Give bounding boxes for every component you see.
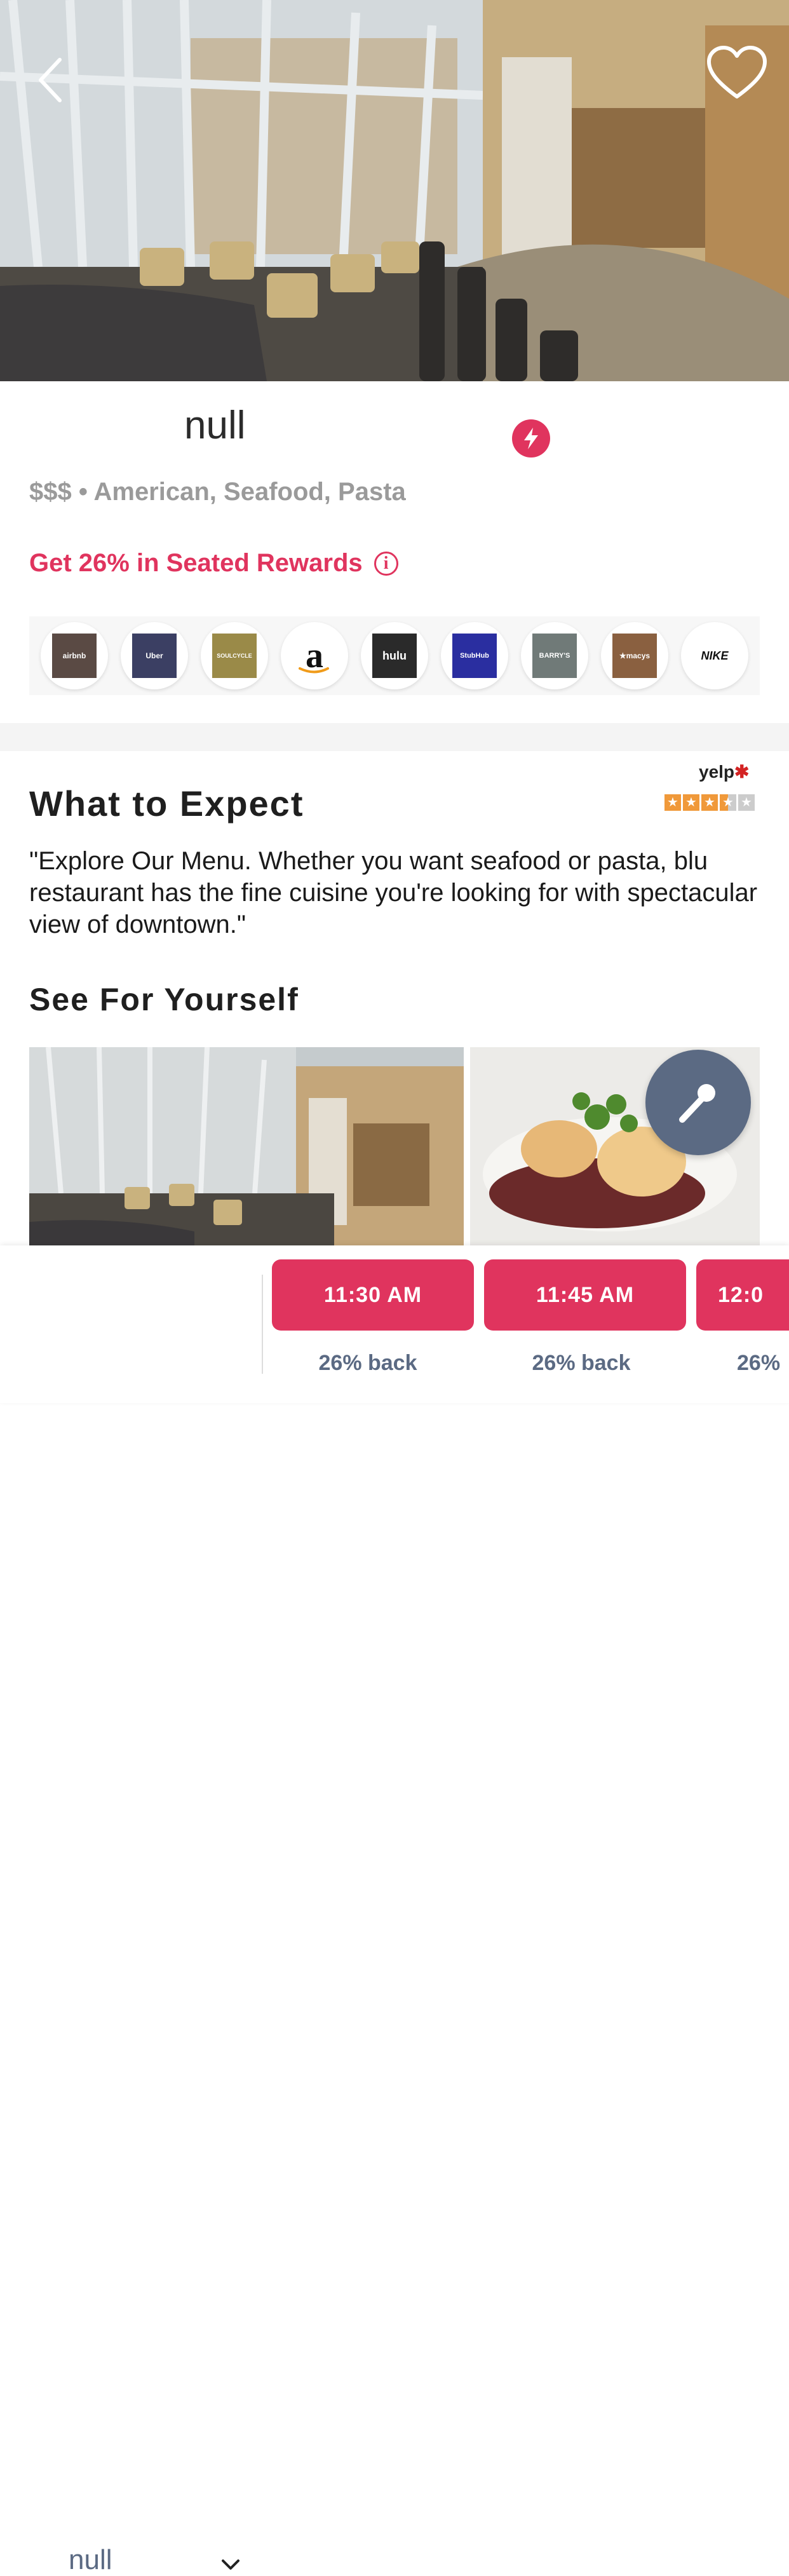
amazon-smile-icon: [299, 667, 329, 674]
yelp-rating: ★ ★ ★ ★ ★: [664, 794, 757, 811]
hero-photo: [0, 0, 789, 381]
partner-macys[interactable]: ★macys: [601, 622, 668, 689]
party-size-select[interactable]: null: [0, 1245, 262, 2575]
microphone-icon: [679, 1084, 715, 1123]
uber-logo: Uber: [132, 634, 177, 678]
back-button[interactable]: [34, 55, 72, 105]
star-full-icon: ★: [701, 794, 718, 811]
macys-logo: ★macys: [612, 634, 657, 678]
party-size-value: null: [69, 2544, 112, 2575]
yelp-label: yelp: [699, 762, 735, 782]
partner-barrys[interactable]: BARRY'S: [521, 622, 588, 689]
partner-hulu[interactable]: hulu: [361, 622, 428, 689]
partner-uber[interactable]: Uber: [121, 622, 188, 689]
photo-gallery[interactable]: [29, 1047, 760, 1245]
price-cuisine-line: $$$ • American, Seafood, Pasta: [29, 478, 406, 506]
star-full-icon: ★: [664, 794, 681, 811]
booking-bar-separator: [262, 1275, 263, 1374]
yelp-logo: yelp✱: [699, 761, 750, 782]
time-slot-cashback: 26%: [737, 1351, 781, 1375]
star-empty-icon: ★: [738, 794, 755, 811]
star-full-icon: ★: [683, 794, 699, 811]
hulu-logo: hulu: [372, 634, 417, 678]
partner-stubhub[interactable]: StubHub: [441, 622, 508, 689]
nike-logo: NIKE: [692, 634, 737, 678]
instant-booking-badge: [512, 419, 550, 458]
favorite-button[interactable]: [705, 44, 769, 102]
yelp-burst-icon: ✱: [734, 762, 750, 782]
chevron-left-icon: [39, 58, 62, 102]
interior-photo-illustration: [29, 1047, 464, 1245]
heart-outline-icon: [707, 46, 767, 98]
info-icon[interactable]: i: [374, 551, 398, 576]
see-for-yourself-heading: See For Yourself: [29, 982, 299, 1017]
restaurant-description: "Explore Our Menu. Whether you want seaf…: [29, 847, 758, 939]
restaurant-name: null: [184, 403, 246, 447]
partner-nike[interactable]: NIKE: [681, 622, 748, 689]
time-slot-cashback: 26% back: [318, 1351, 417, 1375]
stubhub-logo: StubHub: [452, 634, 497, 678]
rewards-line[interactable]: Get 26% in Seated Rewards i: [29, 549, 398, 578]
star-half-icon: ★: [720, 794, 736, 811]
partner-logos-row[interactable]: airbnb Uber SOULCYCLE a hulu StubHub BAR…: [29, 616, 760, 695]
time-slot-cashback: 26% back: [532, 1351, 631, 1375]
time-slot-button[interactable]: 12:0: [696, 1259, 789, 1331]
partner-airbnb[interactable]: airbnb: [41, 622, 108, 689]
rewards-text: Get 26% in Seated Rewards: [29, 549, 363, 577]
barrys-logo: BARRY'S: [532, 634, 577, 678]
section-divider: [0, 723, 789, 751]
gallery-photo-interior[interactable]: [29, 1047, 464, 1245]
partner-soulcycle[interactable]: SOULCYCLE: [201, 622, 268, 689]
restaurant-interior-illustration: [0, 0, 789, 381]
lightning-bolt-icon: [524, 428, 538, 449]
airbnb-logo: airbnb: [52, 634, 97, 678]
chevron-down-icon: [222, 2559, 239, 2570]
voice-search-button[interactable]: [645, 1050, 751, 1155]
partner-amazon[interactable]: a: [281, 622, 348, 689]
what-to-expect-heading: What to Expect: [29, 783, 304, 824]
time-slot-button[interactable]: 11:30 AM: [272, 1259, 474, 1331]
amazon-logo: a: [292, 634, 337, 678]
time-slot-button[interactable]: 11:45 AM: [484, 1259, 686, 1331]
soulcycle-logo: SOULCYCLE: [212, 634, 257, 678]
